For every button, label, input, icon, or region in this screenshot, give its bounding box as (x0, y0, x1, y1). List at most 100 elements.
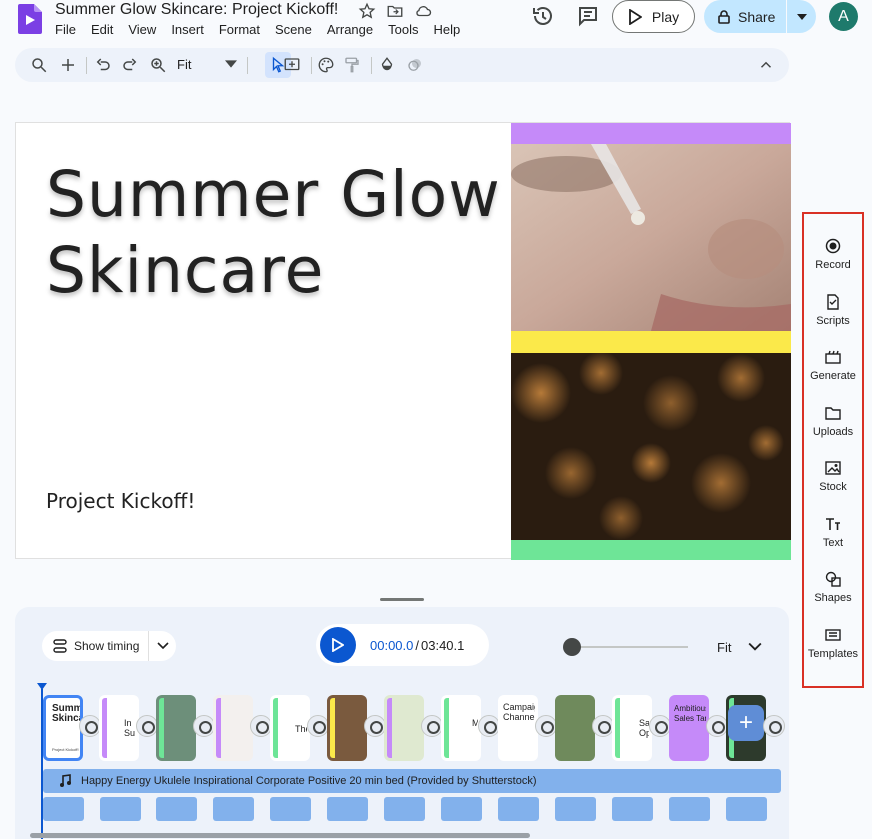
undo-icon[interactable] (94, 56, 112, 74)
side-item-stock[interactable]: Stock (804, 460, 862, 493)
face-dropper-photo[interactable] (511, 144, 791, 331)
theme-palette-icon[interactable] (317, 56, 335, 74)
menu-view[interactable]: View (128, 22, 162, 37)
transition-button[interactable] (706, 715, 728, 737)
cloud-saved-icon[interactable] (414, 2, 432, 20)
transition-button[interactable] (649, 715, 671, 737)
menu-arrange[interactable]: Arrange (327, 22, 379, 37)
voiceover-clip[interactable] (498, 797, 539, 821)
voiceover-clip[interactable] (612, 797, 653, 821)
zoom-caret-icon[interactable] (225, 58, 237, 70)
move-folder-icon[interactable] (386, 2, 404, 20)
scene-thumbnail[interactable] (384, 695, 424, 761)
zoom-select[interactable]: Fit (177, 57, 191, 72)
caret-down-icon (796, 13, 807, 20)
scene-thumbnail[interactable] (156, 695, 196, 761)
add-icon[interactable] (59, 56, 77, 74)
slide-subtitle[interactable]: Project Kickoff! (46, 489, 195, 513)
bokeh-photo[interactable] (511, 353, 791, 540)
scene-thumbnail[interactable]: Campaig Channel (498, 695, 538, 761)
zoom-slider-track[interactable] (572, 646, 688, 648)
timeline-fit-select[interactable]: Fit (717, 640, 731, 655)
show-timing-dropdown[interactable] (149, 642, 176, 650)
voiceover-clip[interactable] (213, 797, 254, 821)
transition-button[interactable] (421, 715, 443, 737)
avatar[interactable]: A (829, 2, 858, 31)
voiceover-clip[interactable] (100, 797, 141, 821)
show-timing-button[interactable]: Show timing (42, 631, 176, 661)
scene-thumbnail[interactable]: M (441, 695, 481, 761)
paint-format-icon[interactable] (343, 56, 361, 74)
audio-track[interactable]: Happy Energy Ukulele Inspirational Corpo… (43, 769, 781, 793)
scene-thumbnail[interactable]: In Su (99, 695, 139, 761)
transition-button[interactable] (478, 715, 500, 737)
transition-button[interactable] (136, 715, 158, 737)
chevron-down-icon[interactable] (748, 640, 762, 654)
timeline-scrollbar[interactable] (30, 833, 530, 838)
voiceover-clip[interactable] (327, 797, 368, 821)
share-button[interactable]: Share (704, 0, 816, 33)
menu-insert[interactable]: Insert (171, 22, 210, 37)
menu-format[interactable]: Format (219, 22, 266, 37)
transition-button[interactable] (250, 715, 272, 737)
menu-file[interactable]: File (55, 22, 82, 37)
show-timing-main[interactable]: Show timing (42, 638, 148, 654)
side-item-text[interactable]: Text (804, 516, 862, 549)
resize-handle[interactable] (380, 598, 424, 601)
transition-button[interactable] (79, 715, 101, 737)
share-main[interactable]: Share (704, 9, 786, 25)
side-item-record[interactable]: Record (804, 238, 862, 271)
record-icon (825, 238, 841, 254)
menu-help[interactable]: Help (433, 22, 466, 37)
side-item-uploads[interactable]: Uploads (804, 405, 862, 438)
transition-button[interactable] (307, 715, 329, 737)
voiceover-clip[interactable] (156, 797, 197, 821)
vids-logo-icon[interactable] (18, 4, 42, 34)
side-item-scripts[interactable]: Scripts (804, 294, 862, 327)
scene-thumbnail[interactable] (213, 695, 253, 761)
menu-scene[interactable]: Scene (275, 22, 318, 37)
star-icon[interactable] (358, 2, 376, 20)
slide-canvas[interactable]: Summer Glow Skincare Project Kickoff! (15, 122, 791, 560)
timeline-play-button[interactable] (320, 627, 356, 663)
voiceover-clip[interactable] (270, 797, 311, 821)
scene-thumbnail[interactable] (555, 695, 595, 761)
voiceover-clip[interactable] (441, 797, 482, 821)
slide-title[interactable]: Summer Glow Skincare (46, 157, 501, 309)
comments-icon[interactable] (576, 4, 600, 28)
play-button[interactable]: Play (612, 0, 695, 33)
transition-button[interactable] (592, 715, 614, 737)
add-text-box-icon[interactable] (283, 56, 301, 74)
voiceover-clip[interactable] (43, 797, 84, 821)
scene-thumbnail[interactable] (327, 695, 367, 761)
search-icon[interactable] (30, 56, 48, 74)
voiceover-clip[interactable] (669, 797, 710, 821)
redo-icon[interactable] (121, 56, 139, 74)
voiceover-clip[interactable] (384, 797, 425, 821)
share-options-dropdown[interactable] (787, 13, 816, 20)
add-scene-button[interactable]: + (728, 705, 764, 741)
toolbar-divider (311, 57, 312, 74)
side-item-shapes[interactable]: Shapes (804, 571, 862, 604)
transition-button[interactable] (763, 715, 785, 737)
menu-tools[interactable]: Tools (388, 22, 424, 37)
zoom-icon[interactable] (149, 56, 167, 74)
transition-button[interactable] (364, 715, 386, 737)
document-title[interactable]: Summer Glow Skincare: Project Kickoff! (55, 1, 338, 19)
scene-thumbnail[interactable]: SummeSkincar Project Kickoff! (43, 695, 83, 761)
scene-thumbnail[interactable]: The (270, 695, 310, 761)
collapse-toolbar-icon[interactable] (757, 56, 775, 74)
version-history-icon[interactable] (531, 4, 555, 28)
effects-icon[interactable] (406, 56, 424, 74)
menu-edit[interactable]: Edit (91, 22, 119, 37)
zoom-slider-knob[interactable] (563, 638, 581, 656)
side-item-generate[interactable]: Generate (804, 349, 862, 382)
scene-thumbnail[interactable]: Ambitious Sales Targ (669, 695, 709, 761)
transition-button[interactable] (193, 715, 215, 737)
voiceover-clip[interactable] (726, 797, 767, 821)
side-item-templates[interactable]: Templates (804, 627, 862, 660)
transition-button[interactable] (535, 715, 557, 737)
scene-thumbnail[interactable]: Sa Op (612, 695, 652, 761)
fill-color-icon[interactable] (378, 56, 396, 74)
voiceover-clip[interactable] (555, 797, 596, 821)
